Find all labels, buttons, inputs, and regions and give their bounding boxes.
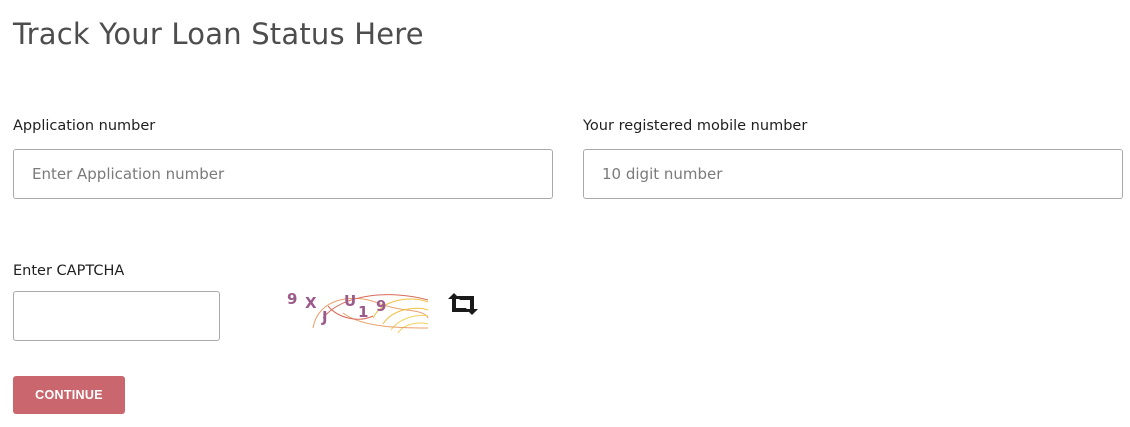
page-title: Track Your Loan Status Here (13, 17, 424, 51)
captcha-label: Enter CAPTCHA (13, 263, 125, 279)
application-number-input[interactable] (13, 149, 553, 199)
captcha-char: X (305, 294, 317, 312)
captcha-char: 9 (287, 290, 297, 308)
captcha-char: J (321, 308, 328, 326)
mobile-number-label: Your registered mobile number (583, 118, 808, 134)
captcha-input[interactable] (13, 291, 220, 341)
application-number-label: Application number (13, 118, 156, 134)
captcha-image: 9 X J U 1 9 (287, 290, 429, 334)
mobile-number-input[interactable] (583, 149, 1123, 199)
captcha-char: U (344, 292, 356, 310)
captcha-char: 9 (376, 297, 386, 315)
continue-button[interactable]: CONTINUE (13, 376, 125, 414)
captcha-char: 1 (358, 303, 368, 321)
refresh-icon[interactable] (445, 290, 481, 318)
